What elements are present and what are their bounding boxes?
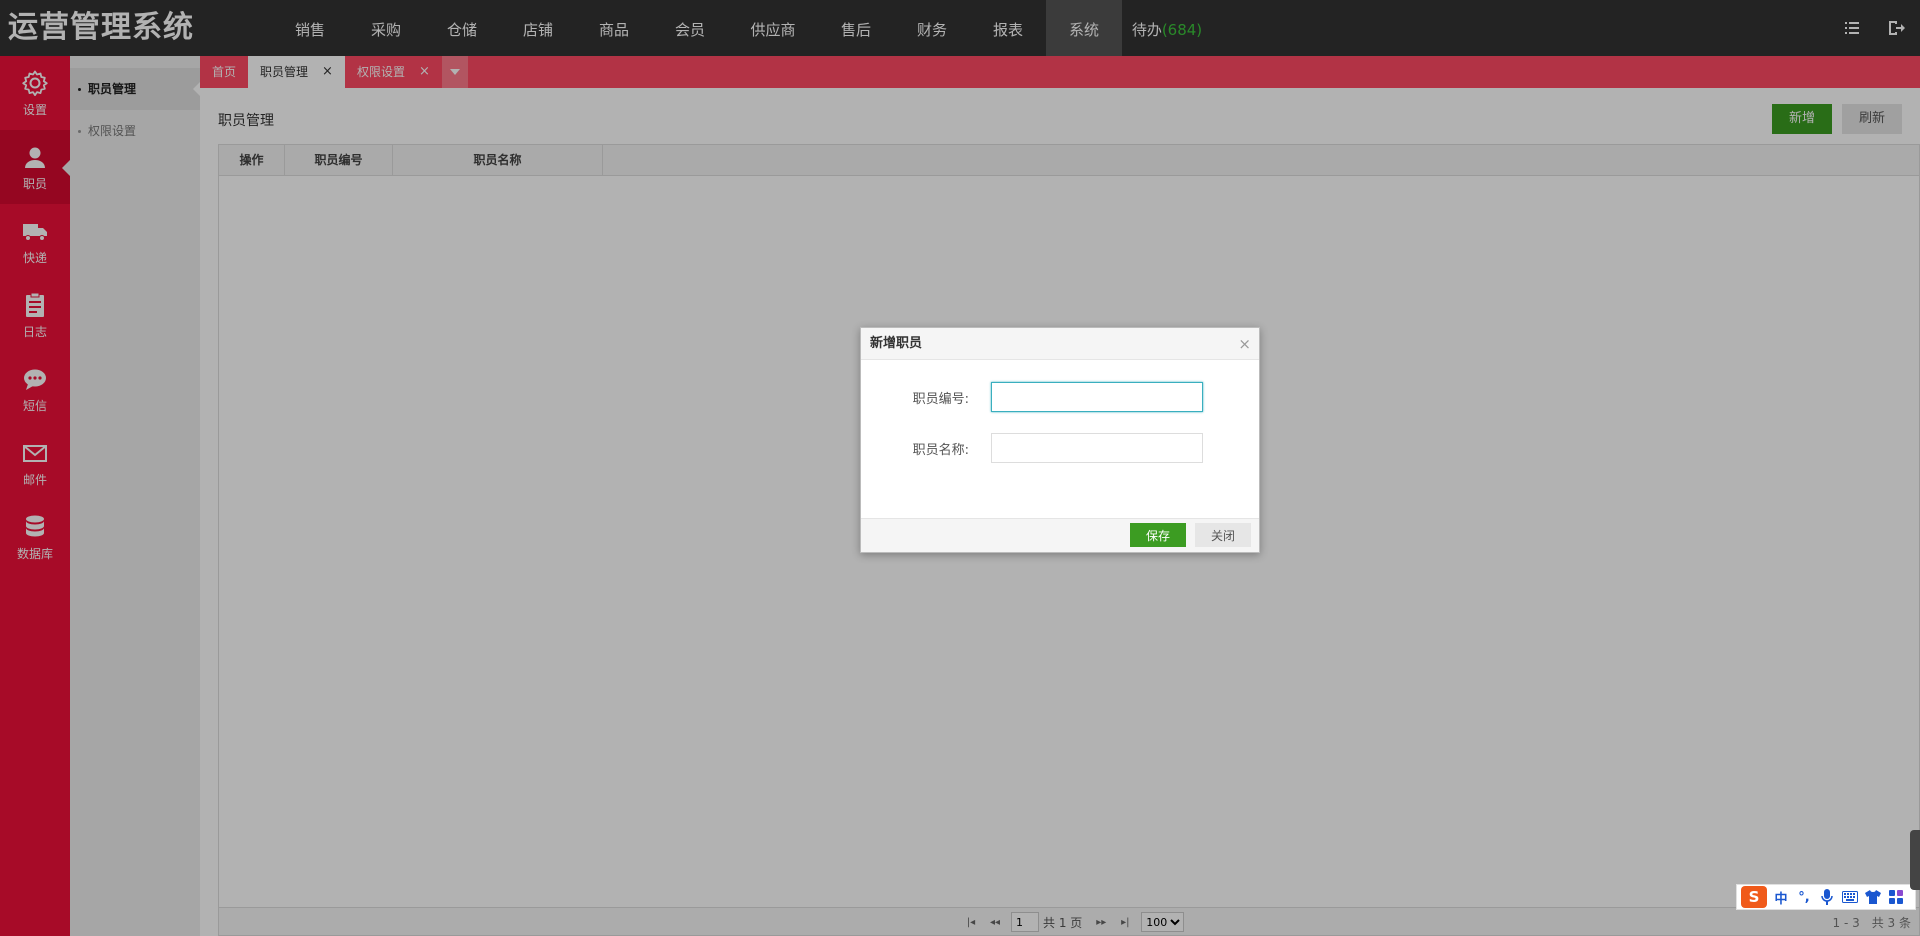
scrollbar-handle[interactable]	[1910, 830, 1920, 890]
field-label-code: 职员编号:	[912, 392, 969, 407]
add-staff-dialog: 新增职员 × 职员编号: 职员名称: 保存 关闭	[860, 327, 1260, 553]
field-row-code: 职员编号:	[861, 382, 1261, 412]
ime-toolbar: S 中 °,	[1736, 884, 1916, 910]
dialog-header: 新增职员 ×	[861, 328, 1259, 360]
ime-mode-toggle[interactable]: 中	[1771, 887, 1791, 907]
save-button[interactable]: 保存	[1130, 523, 1186, 547]
close-button[interactable]: 关闭	[1195, 523, 1251, 547]
keyboard-icon[interactable]	[1840, 887, 1860, 907]
close-icon[interactable]: ×	[1238, 328, 1251, 360]
app-root: 运营管理系统 销售 采购 仓储 店铺 商品 会员 供应商 售后 财务 报表 系统…	[0, 0, 1920, 936]
dialog-footer: 保存 关闭	[861, 518, 1259, 552]
toolbox-icon[interactable]	[1886, 887, 1906, 907]
field-row-name: 职员名称:	[861, 433, 1261, 463]
staff-code-input[interactable]	[991, 382, 1203, 412]
microphone-icon[interactable]	[1817, 887, 1837, 907]
ime-logo-icon[interactable]: S	[1741, 886, 1767, 908]
staff-name-input[interactable]	[991, 433, 1203, 463]
field-label-name: 职员名称:	[912, 443, 969, 458]
dialog-title: 新增职员	[870, 336, 923, 351]
skin-icon[interactable]	[1863, 887, 1883, 907]
ime-punctuation-toggle[interactable]: °,	[1794, 887, 1814, 907]
